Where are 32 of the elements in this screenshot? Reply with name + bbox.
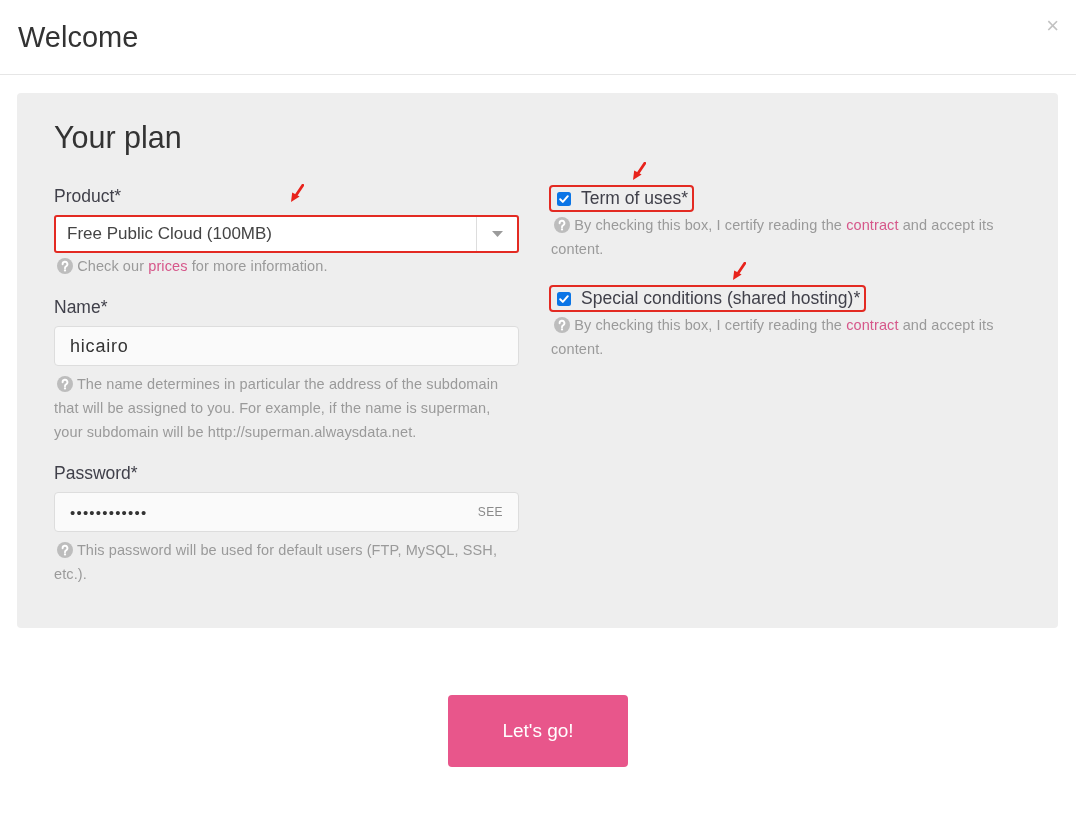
close-button[interactable]: × [1046,15,1059,37]
product-select[interactable]: Free Public Cloud (100MB) [54,215,519,253]
name-field[interactable]: hicairo [54,326,519,366]
help-text: The name determines in particular the address of the subdomain that will be assigned to you. For example, if the name is superman, your subdomain will be http://superman.alwaysdata.net. [54,375,500,442]
field-label: Product* [54,185,122,207]
help-icon [554,317,570,333]
checkbox[interactable] [557,291,571,306]
section-title: Your plan [54,119,182,157]
help-text: Check our prices for more information. [54,254,519,278]
arrow-icon [291,184,305,202]
submit-button[interactable]: Let's go! [448,695,628,767]
field-label: Password* [54,462,138,484]
help-text: By checking this box, I certify reading the contract and accept its content. [551,216,995,259]
help-icon [57,542,73,558]
help-icon [57,258,73,274]
help-icon [554,217,570,233]
checkbox[interactable] [557,191,571,206]
checkbox-label: Special conditions (shared hosting)* [581,287,861,310]
checkbox-label: Term of uses* [581,187,688,210]
see-button[interactable]: SEE [477,505,503,519]
help-text: By checking this box, I certify reading the contract and accept its content. [551,316,995,359]
field-label: Name* [54,296,108,318]
text-link[interactable]: contract [846,217,899,233]
help-text: This password will be used for default users (FTP, MySQL, SSH, etc.). [54,541,499,584]
help-icon [57,376,73,392]
text-link[interactable]: prices [148,258,188,274]
password-field[interactable]: •••••••••••• SEE [54,492,519,532]
arrow-icon [632,162,646,180]
arrow-icon [732,262,746,280]
caret-icon [491,231,503,237]
dialog-title: Welcome [18,20,139,54]
text-link[interactable]: contract [846,317,899,333]
